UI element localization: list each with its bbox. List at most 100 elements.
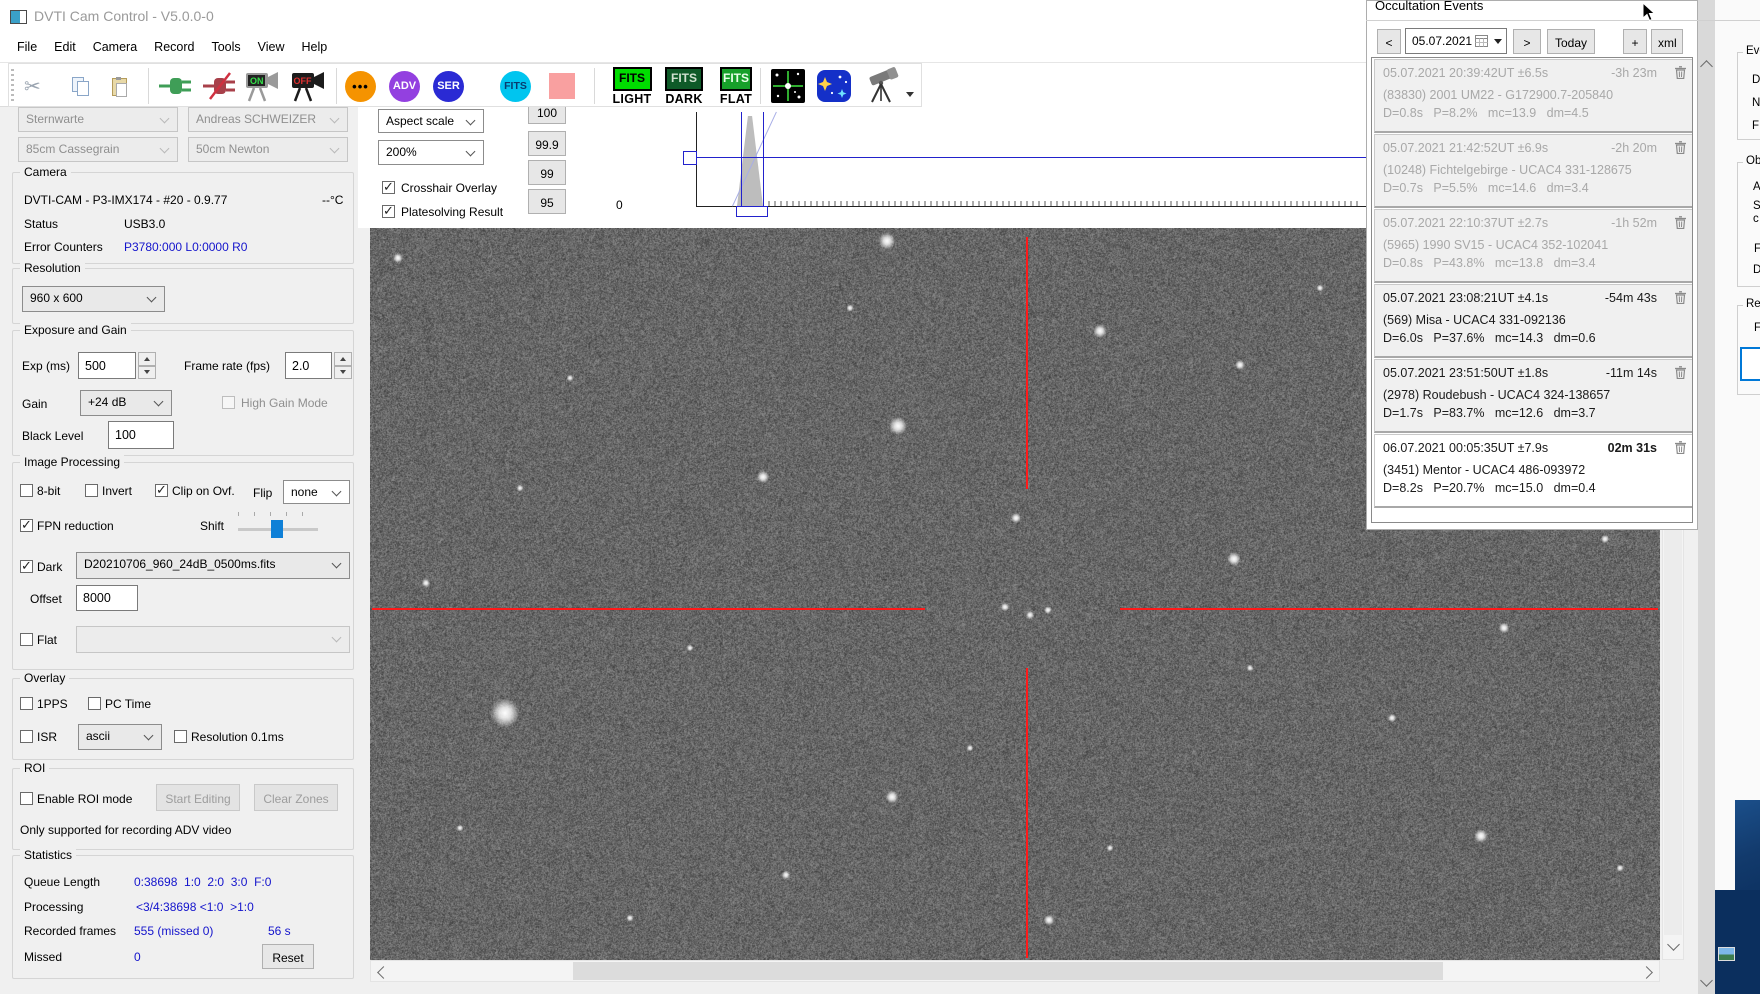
reset-button[interactable]: Reset [262, 944, 314, 969]
1pps-checkbox[interactable] [20, 697, 33, 710]
isr-format-combo[interactable]: ascii [78, 724, 162, 750]
observer-combo[interactable]: Andreas SCHWEIZER [188, 107, 348, 132]
record-adv-button[interactable]: ADV [389, 66, 420, 106]
flip-combo[interactable]: none [283, 480, 350, 504]
event-row[interactable]: 05.07.2021 23:08:21UT ±4.1s -54m 43s (56… [1374, 284, 1693, 358]
exp-input[interactable] [78, 352, 136, 379]
side-default-button[interactable] [1740, 347, 1760, 381]
calendar-icon[interactable] [1475, 34, 1488, 47]
shift-slider-handle[interactable] [271, 520, 283, 538]
aspect-scale-combo[interactable]: Aspect scale [378, 109, 484, 133]
record-ser-button[interactable]: SER [433, 66, 464, 106]
date-next-button[interactable]: > [1513, 29, 1541, 54]
menu-tools[interactable]: Tools [211, 40, 240, 60]
platesolving-result-checkbox[interactable] [382, 205, 395, 218]
enable-roi-checkbox[interactable] [20, 792, 33, 805]
record-fits-button[interactable]: FITS [500, 66, 531, 106]
trash-icon[interactable] [1675, 141, 1686, 154]
add-event-button[interactable]: + [1623, 29, 1647, 54]
xml-button[interactable]: xml [1651, 29, 1683, 54]
trash-icon[interactable] [1675, 216, 1686, 229]
telescope1-combo[interactable]: 85cm Cassegrain [18, 137, 178, 162]
dark-file-combo[interactable]: D20210706_960_24dB_0500ms.fits [76, 552, 350, 579]
offset-input[interactable] [76, 585, 138, 611]
crosshair-overlay-checkbox[interactable] [382, 181, 395, 194]
cut-button[interactable]: ✂ [24, 66, 41, 106]
fits-flat-button[interactable]: FITS FLAT [710, 66, 762, 106]
platesolve-button[interactable] [770, 66, 806, 106]
menu-view[interactable]: View [258, 40, 285, 60]
fits-light-button[interactable]: FITS LIGHT [606, 66, 658, 106]
toolbar-grip[interactable] [11, 69, 14, 101]
side-scrollbar[interactable] [1698, 0, 1715, 994]
hist-95-button[interactable]: 95 [528, 189, 566, 214]
connect-button[interactable] [158, 66, 194, 106]
histogram-marker-line-2[interactable] [763, 112, 764, 216]
scroll-right-icon[interactable] [1640, 966, 1653, 979]
event-row[interactable]: 05.07.2021 22:10:37UT ±2.7s -1h 52m (596… [1374, 209, 1693, 283]
histogram-marker-line-1[interactable] [741, 112, 742, 216]
invert-checkbox[interactable] [85, 484, 98, 497]
menu-camera[interactable]: Camera [93, 40, 137, 60]
hist-99-button[interactable]: 99 [528, 160, 566, 185]
histogram-range-box[interactable] [736, 206, 768, 217]
date-prev-button[interactable]: < [1377, 29, 1401, 54]
hist-99-9-button[interactable]: 99.9 [528, 131, 566, 156]
event-row[interactable]: 05.07.2021 21:42:52UT ±6.9s -2h 20m (102… [1374, 134, 1693, 208]
histogram-level-handle[interactable] [683, 151, 697, 165]
event-row[interactable]: 06.07.2021 00:05:35UT ±7.9s 02m 31s (345… [1374, 434, 1693, 508]
start-editing-button[interactable]: Start Editing [156, 784, 240, 811]
site-combo[interactable]: Sternwarte [18, 107, 178, 132]
today-button[interactable]: Today [1547, 29, 1595, 54]
camera-on-button[interactable]: ON [244, 66, 286, 106]
zoom-level-combo[interactable]: 200% [378, 140, 484, 165]
dark-checkbox[interactable] [20, 560, 33, 573]
paste-button[interactable] [112, 66, 128, 106]
record-dots-button[interactable]: ••• [345, 66, 376, 106]
high-gain-checkbox[interactable] [222, 396, 235, 409]
scroll-left-icon[interactable] [377, 966, 390, 979]
event-row[interactable]: 05.07.2021 23:51:50UT ±1.8s -11m 14s (29… [1374, 359, 1693, 433]
side-scrollbar-bottom[interactable] [1698, 890, 1715, 994]
copy-button[interactable] [72, 66, 88, 106]
camera-off-button[interactable]: OFF [290, 66, 332, 106]
trash-icon[interactable] [1675, 441, 1686, 454]
resolution-combo[interactable]: 960 x 600 [22, 286, 165, 312]
record-stop-button[interactable] [549, 66, 575, 106]
flat-checkbox[interactable] [20, 633, 33, 646]
menu-help[interactable]: Help [302, 40, 328, 60]
side-scroll-up-icon[interactable] [1700, 60, 1713, 73]
isr-checkbox[interactable] [20, 730, 33, 743]
framerate-input[interactable] [285, 352, 332, 379]
telescope-dropdown-caret[interactable] [906, 92, 914, 97]
event-row[interactable]: 05.07.2021 20:39:42UT ±6.5s -3h 23m (838… [1374, 59, 1693, 133]
black-level-input[interactable] [108, 421, 174, 449]
telescope-button[interactable] [862, 66, 902, 106]
fits-dark-button[interactable]: FITS DARK [658, 66, 710, 106]
date-dropdown-caret[interactable] [1494, 39, 1502, 44]
framerate-spinner[interactable] [334, 352, 352, 379]
telescope2-combo[interactable]: 50cm Newton [188, 137, 348, 162]
gain-combo[interactable]: +24 dB [80, 390, 172, 416]
clip-on-ovf-checkbox[interactable] [155, 484, 168, 497]
fpn-reduction-checkbox[interactable] [20, 519, 33, 532]
skymap-button[interactable] [816, 66, 852, 106]
menu-record[interactable]: Record [154, 40, 194, 60]
exp-spinner[interactable] [138, 352, 156, 379]
trash-icon[interactable] [1675, 66, 1686, 79]
menu-file[interactable]: File [17, 40, 37, 60]
resolution-01ms-checkbox[interactable] [174, 730, 187, 743]
date-field[interactable]: 05.07.2021 [1405, 28, 1507, 54]
side-scroll-down-icon[interactable] [1700, 974, 1713, 987]
pc-time-checkbox[interactable] [88, 697, 101, 710]
disconnect-button[interactable] [202, 66, 238, 106]
scroll-down-icon[interactable] [1667, 938, 1680, 951]
image-hscrollbar-thumb[interactable] [573, 962, 1443, 980]
trash-icon[interactable] [1675, 366, 1686, 379]
8bit-checkbox[interactable] [20, 484, 33, 497]
clear-zones-button[interactable]: Clear Zones [254, 784, 338, 811]
image-hscrollbar[interactable] [370, 960, 1660, 982]
trash-icon[interactable] [1675, 291, 1686, 304]
flat-file-combo[interactable] [76, 626, 350, 653]
menu-edit[interactable]: Edit [54, 40, 76, 60]
